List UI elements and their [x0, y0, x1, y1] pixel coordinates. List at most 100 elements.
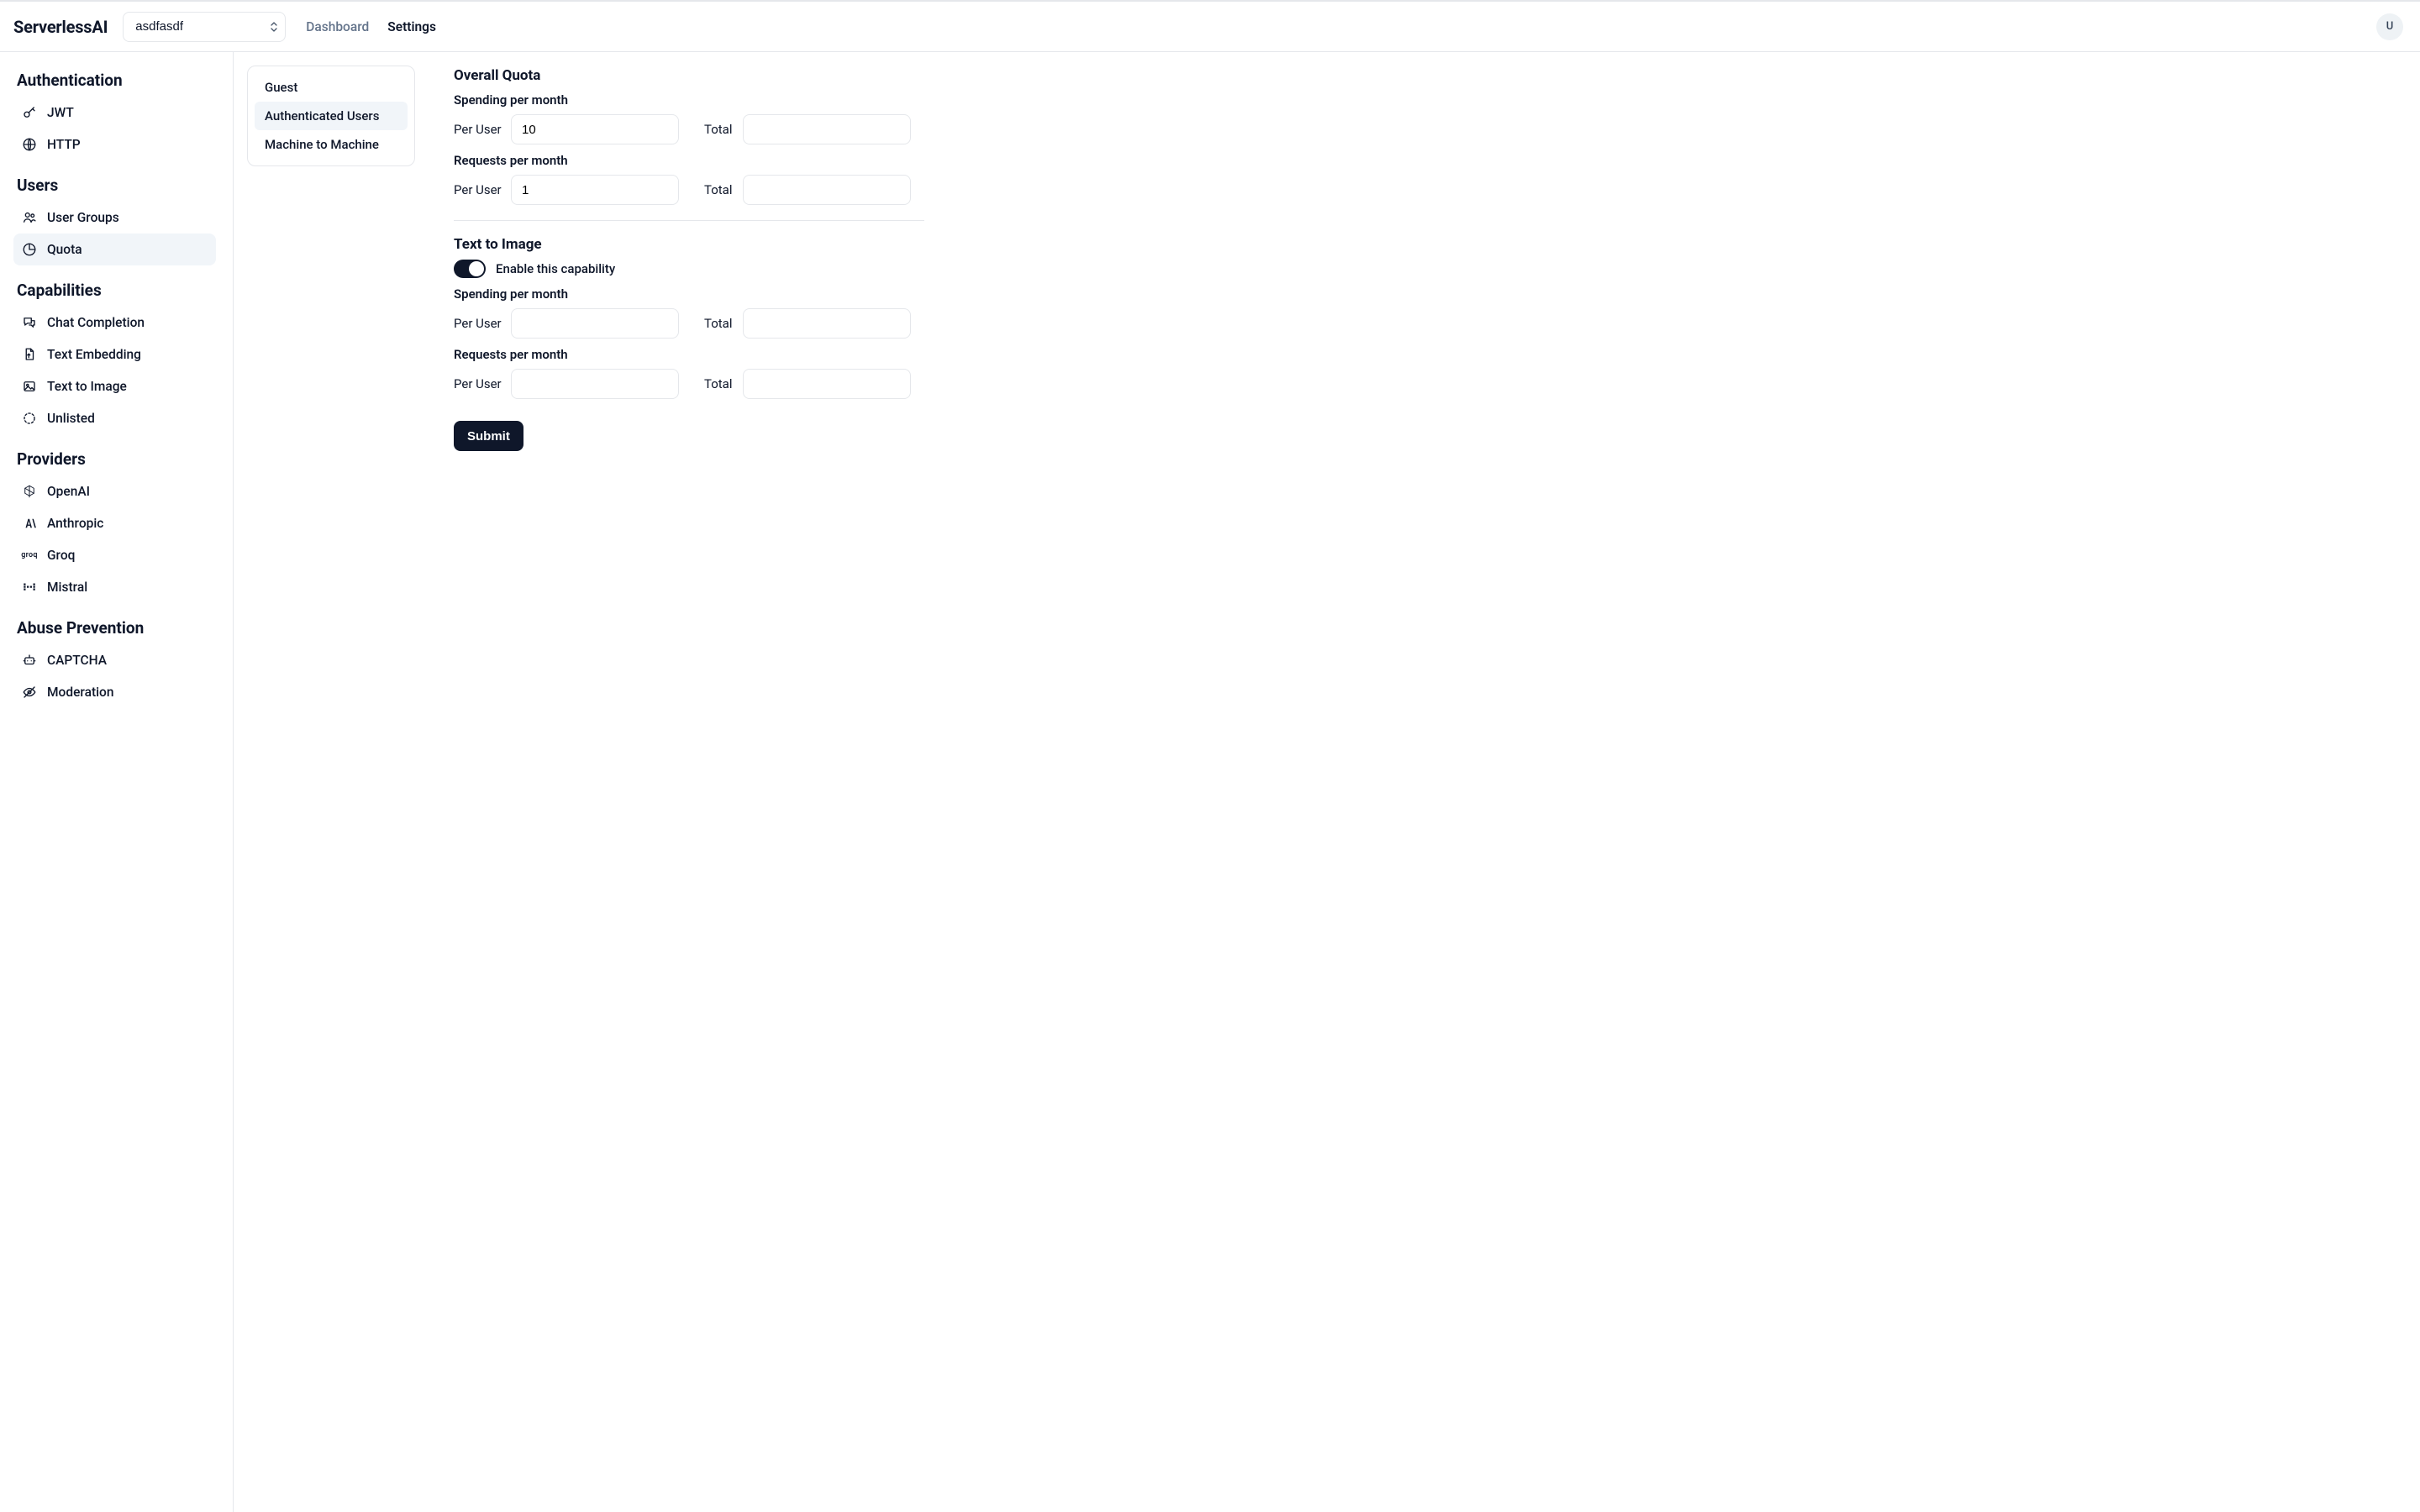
- sidebar-item-label: CAPTCHA: [47, 653, 107, 668]
- bot-icon: [22, 653, 37, 668]
- input-tti-spending-total[interactable]: [743, 308, 911, 339]
- sidebar-item-http[interactable]: HTTP: [13, 129, 216, 160]
- sidebar-group-title: Authentication: [17, 71, 213, 90]
- field-tti-requests-per-user: Per User: [454, 369, 679, 399]
- sidebar-item-text-to-image[interactable]: Text to Image: [13, 370, 216, 402]
- row-tti-spending: Per User Total: [454, 308, 924, 339]
- project-select-wrap: asdfasdf: [123, 12, 286, 42]
- subsection-label: Requests per month: [454, 153, 924, 168]
- top-nav: Dashboard Settings: [306, 19, 436, 34]
- sidebar-item-moderation[interactable]: Moderation: [13, 676, 216, 708]
- sidebar-item-label: Text to Image: [47, 379, 127, 394]
- input-overall-requests-per-user[interactable]: [511, 175, 679, 205]
- sidebar-group-title: Providers: [17, 449, 213, 469]
- input-overall-requests-total[interactable]: [743, 175, 911, 205]
- sidebar-item-label: Moderation: [47, 685, 113, 700]
- field-label: Per User: [454, 182, 504, 197]
- sidebar-item-unlisted[interactable]: Unlisted: [13, 402, 216, 434]
- input-overall-spending-per-user[interactable]: [511, 114, 679, 144]
- sidebar-item-groq[interactable]: groq Groq: [13, 539, 216, 571]
- sidebar-group-providers: Providers OpenAI Anthropic groq Groq: [3, 449, 226, 603]
- avatar[interactable]: U: [2376, 13, 2403, 40]
- globe-icon: [22, 137, 37, 152]
- sidebar-item-openai[interactable]: OpenAI: [13, 475, 216, 507]
- project-select[interactable]: asdfasdf: [123, 12, 286, 42]
- sidebar-group-title: Abuse Prevention: [17, 618, 213, 638]
- submit-button[interactable]: Submit: [454, 421, 523, 451]
- row-tti-requests: Per User Total: [454, 369, 924, 399]
- sidebar-group-title: Capabilities: [17, 281, 213, 300]
- mistral-icon: [22, 580, 37, 595]
- sidebar-item-mistral[interactable]: Mistral: [13, 571, 216, 603]
- sidebar-item-label: OpenAI: [47, 484, 90, 499]
- sidebar-item-label: Quota: [47, 242, 82, 257]
- field-tti-spending-per-user: Per User: [454, 308, 679, 339]
- input-tti-spending-per-user[interactable]: [511, 308, 679, 339]
- enable-capability-toggle[interactable]: [454, 260, 486, 278]
- field-label: Total: [704, 182, 736, 197]
- dashed-circle-icon: [22, 411, 37, 426]
- sidebar-item-text-embedding[interactable]: Text Embedding: [13, 339, 216, 370]
- quota-form: Overall Quota Spending per month Per Use…: [454, 66, 924, 1499]
- image-icon: [22, 379, 37, 394]
- pie-icon: [22, 242, 37, 257]
- input-tti-requests-per-user[interactable]: [511, 369, 679, 399]
- sidebar: Authentication JWT HTTP Users Us: [0, 52, 234, 1512]
- toggle-label: Enable this capability: [496, 261, 615, 276]
- sidebar-item-label: Anthropic: [47, 516, 103, 531]
- subsection-label: Spending per month: [454, 286, 924, 302]
- field-tti-spending-total: Total: [687, 308, 911, 339]
- sidebar-item-anthropic[interactable]: Anthropic: [13, 507, 216, 539]
- field-label: Total: [704, 316, 736, 331]
- field-label: Per User: [454, 122, 504, 137]
- quota-subnav: Guest Authenticated Users Machine to Mac…: [247, 66, 415, 166]
- sidebar-item-label: Chat Completion: [47, 315, 145, 330]
- nav-dashboard[interactable]: Dashboard: [306, 19, 369, 34]
- section-title: Text to Image: [454, 236, 924, 253]
- topbar: ServerlessAI asdfasdf Dashboard Settings…: [0, 0, 2420, 52]
- users-icon: [22, 210, 37, 225]
- sidebar-item-label: JWT: [47, 105, 74, 120]
- input-overall-spending-total[interactable]: [743, 114, 911, 144]
- field-label: Per User: [454, 376, 504, 391]
- sidebar-item-label: HTTP: [47, 137, 81, 152]
- subnav-guest[interactable]: Guest: [255, 73, 408, 102]
- field-overall-spending-total: Total: [687, 114, 911, 144]
- nav-settings[interactable]: Settings: [387, 19, 436, 34]
- sidebar-item-label: Groq: [47, 548, 75, 563]
- brand-name: ServerlessAI: [13, 17, 108, 37]
- section-overall-quota: Overall Quota Spending per month Per Use…: [454, 67, 924, 205]
- sidebar-item-chat-completion[interactable]: Chat Completion: [13, 307, 216, 339]
- field-overall-requests-per-user: Per User: [454, 175, 679, 205]
- key-icon: [22, 105, 37, 120]
- sidebar-item-label: Unlisted: [47, 411, 95, 426]
- layout: Authentication JWT HTTP Users Us: [0, 52, 2420, 1512]
- content: Guest Authenticated Users Machine to Mac…: [234, 52, 2420, 1512]
- sidebar-item-captcha[interactable]: CAPTCHA: [13, 644, 216, 676]
- sidebar-group-capabilities: Capabilities Chat Completion Text Embedd…: [3, 281, 226, 434]
- openai-icon: [22, 484, 37, 499]
- subnav-machine-to-machine[interactable]: Machine to Machine: [255, 130, 408, 159]
- field-label: Total: [704, 122, 736, 137]
- sidebar-item-label: Mistral: [47, 580, 87, 595]
- field-label: Total: [704, 376, 736, 391]
- sidebar-item-jwt[interactable]: JWT: [13, 97, 216, 129]
- subnav-authenticated-users[interactable]: Authenticated Users: [255, 102, 408, 130]
- sidebar-item-quota[interactable]: Quota: [13, 234, 216, 265]
- row-overall-spending: Per User Total: [454, 114, 924, 144]
- chat-icon: [22, 315, 37, 330]
- sidebar-item-label: User Groups: [47, 210, 119, 225]
- toggle-row-enable-capability: Enable this capability: [454, 260, 924, 278]
- field-label: Per User: [454, 316, 504, 331]
- groq-icon: groq: [22, 548, 37, 563]
- sidebar-group-authentication: Authentication JWT HTTP: [3, 71, 226, 160]
- sidebar-group-users: Users User Groups Quota: [3, 176, 226, 265]
- sidebar-item-user-groups[interactable]: User Groups: [13, 202, 216, 234]
- anthropic-icon: [22, 516, 37, 531]
- field-overall-spending-per-user: Per User: [454, 114, 679, 144]
- divider: [454, 220, 924, 221]
- sidebar-group-title: Users: [17, 176, 213, 195]
- row-overall-requests: Per User Total: [454, 175, 924, 205]
- input-tti-requests-total[interactable]: [743, 369, 911, 399]
- sidebar-group-abuse-prevention: Abuse Prevention CAPTCHA Moderation: [3, 618, 226, 708]
